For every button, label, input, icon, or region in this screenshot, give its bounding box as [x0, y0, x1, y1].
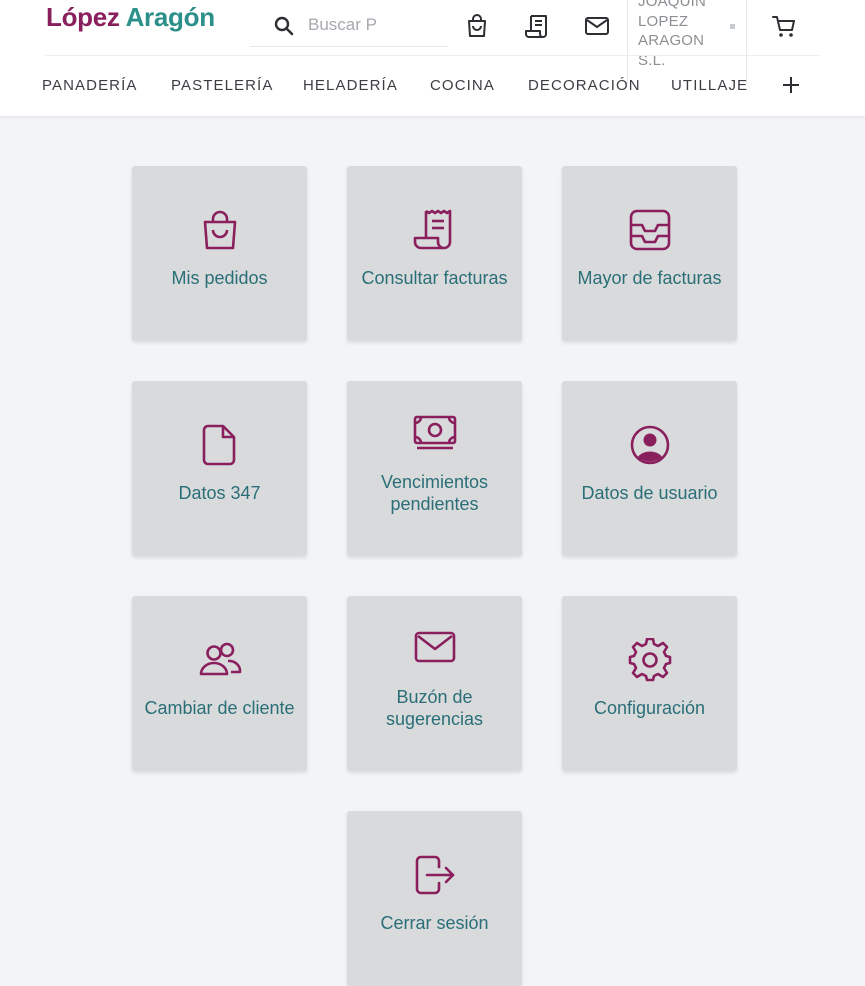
- card-label: Vencimientos pendientes: [380, 472, 489, 514]
- card-label: Configuración: [593, 698, 706, 718]
- account-status-dot: [730, 24, 735, 29]
- header-divider: [45, 55, 820, 56]
- search-icon[interactable]: [274, 16, 294, 36]
- receipt-icon[interactable]: [523, 12, 551, 40]
- receipt-icon: [413, 209, 452, 250]
- inbox-tray-icon: [629, 209, 671, 251]
- card-configuracion[interactable]: Configuración: [562, 596, 737, 771]
- users-icon: [199, 642, 242, 676]
- card-datos-de-usuario[interactable]: Datos de usuario: [562, 381, 737, 556]
- card-label: Mis pedidos: [171, 268, 268, 288]
- search-input[interactable]: [308, 12, 383, 38]
- card-mis-pedidos[interactable]: Mis pedidos: [132, 166, 307, 341]
- nav-item-pasteleria[interactable]: PASTELERÍA: [171, 77, 273, 94]
- card-cambiar-de-cliente[interactable]: Cambiar de cliente: [132, 596, 307, 771]
- nav-item-cocina[interactable]: COCINA: [430, 77, 495, 94]
- document-icon: [202, 424, 236, 466]
- mail-icon: [414, 631, 456, 663]
- card-label: Datos de usuario: [581, 483, 718, 503]
- account-name: JOAQUIN LOPEZ ARAGON S.L.: [638, 0, 707, 69]
- nav-item-panaderia[interactable]: PANADERÍA: [42, 77, 137, 94]
- banknote-icon: [413, 415, 457, 450]
- card-label: Cambiar de cliente: [144, 698, 295, 718]
- cart-icon[interactable]: [770, 12, 798, 40]
- card-label: Mayor de facturas: [577, 268, 722, 288]
- card-label: Consultar facturas: [361, 268, 508, 288]
- category-nav: PANADERÍA PASTELERÍA HELADERÍA COCINA DE…: [0, 74, 865, 100]
- card-consultar-facturas[interactable]: Consultar facturas: [347, 166, 522, 341]
- mail-icon[interactable]: [583, 12, 611, 40]
- card-cerrar-sesion[interactable]: Cerrar sesión: [347, 811, 522, 986]
- logo-text-aragon: Aragón: [125, 2, 216, 32]
- header: López Aragón JOAQUIN LOPEZ ARAGON S.L. P…: [0, 0, 865, 116]
- card-label: Cerrar sesión: [380, 913, 489, 933]
- card-label: Datos 347: [178, 483, 261, 503]
- user-circle-icon: [630, 425, 670, 465]
- logo-text-lopez: López: [46, 2, 120, 32]
- nav-item-utillaje[interactable]: UTILLAJE: [671, 77, 748, 94]
- search-box: [250, 4, 448, 47]
- card-datos-347[interactable]: Datos 347: [132, 381, 307, 556]
- nav-item-decoracion[interactable]: DECORACIÓN: [528, 77, 641, 94]
- card-label: Buzón de sugerencias: [385, 687, 484, 729]
- card-buzon-de-sugerencias[interactable]: Buzón de sugerencias: [347, 596, 522, 771]
- logo[interactable]: López Aragón: [46, 2, 215, 33]
- card-mayor-de-facturas[interactable]: Mayor de facturas: [562, 166, 737, 341]
- account-menu[interactable]: JOAQUIN LOPEZ ARAGON S.L.: [627, 0, 747, 84]
- plus-icon[interactable]: [781, 75, 801, 95]
- shopping-bag-icon[interactable]: [463, 12, 491, 40]
- card-vencimientos-pendientes[interactable]: Vencimientos pendientes: [347, 381, 522, 556]
- gear-icon: [628, 638, 672, 682]
- nav-item-heladeria[interactable]: HELADERÍA: [303, 77, 398, 94]
- shopping-bag-icon: [203, 210, 237, 250]
- logout-icon: [415, 855, 455, 895]
